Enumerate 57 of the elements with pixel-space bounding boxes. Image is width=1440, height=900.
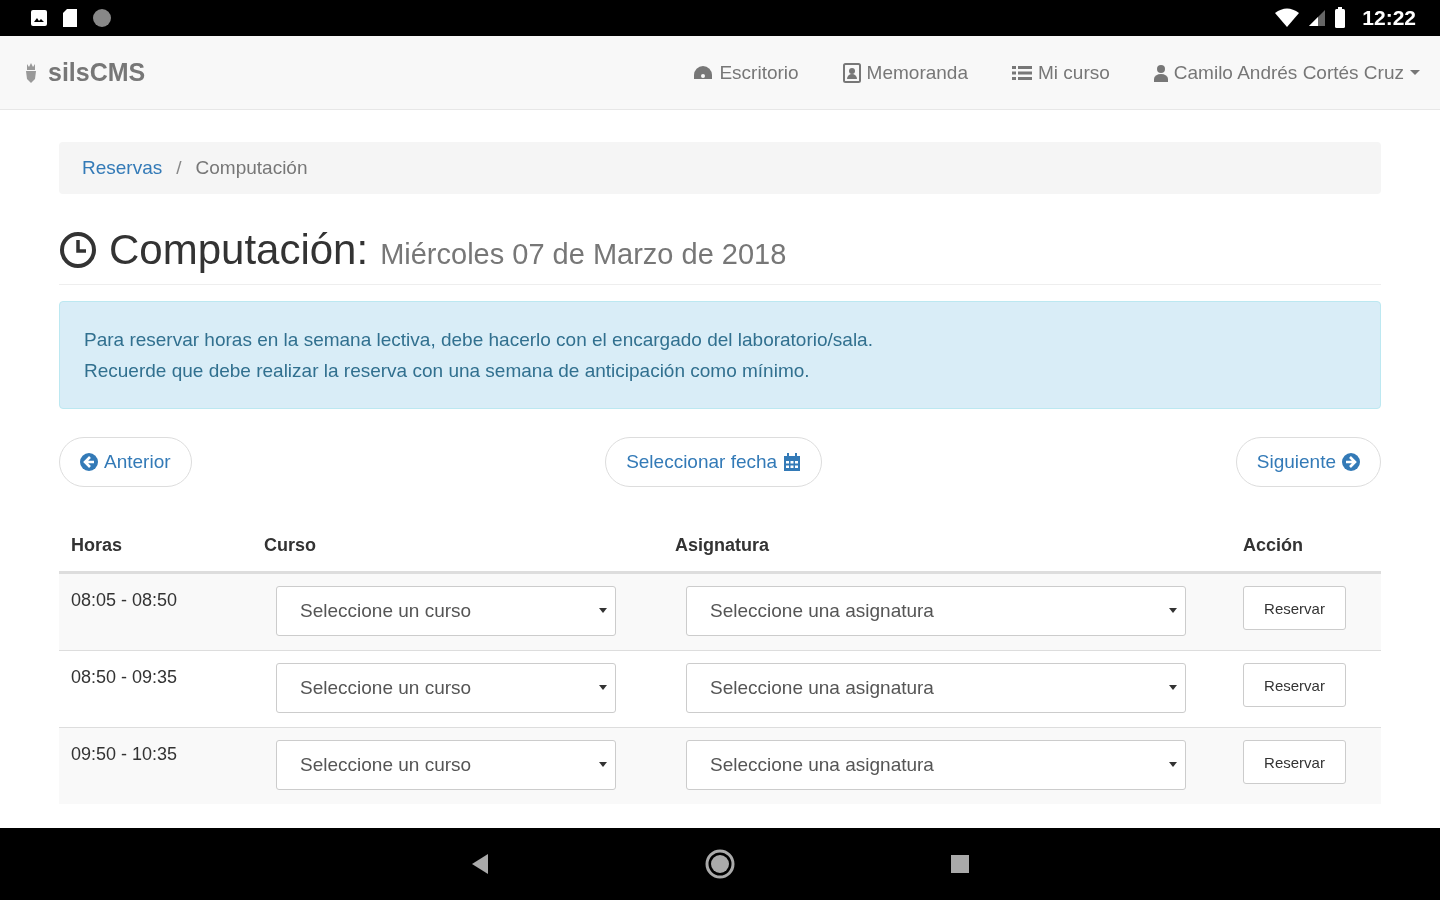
nav-link[interactable]: Escritorio (693, 61, 799, 84)
contact-card-icon (842, 62, 861, 83)
photo-notification-icon (30, 9, 48, 27)
arrow-left-icon (80, 453, 98, 471)
course-select[interactable]: Seleccione un curso (276, 586, 616, 636)
clock-time: 12:22 (1362, 6, 1416, 30)
cell-signal-icon (1308, 9, 1327, 27)
nav-link[interactable]: Memoranda (842, 61, 968, 84)
time-cell-text: 08:05 - 08:50 (70, 589, 179, 612)
caret-icon (1169, 608, 1177, 614)
battery-icon (1334, 7, 1347, 29)
reserve-button[interactable]: Reservar (1243, 740, 1346, 784)
alert-text: Para reservar horas en la semana lectiva, debe hacerlo con el encargado del laboratorio/sala. (84, 328, 874, 352)
crest-icon (24, 61, 38, 84)
nav-link[interactable]: Mi curso (1012, 61, 1110, 84)
circle-notification-icon (92, 8, 112, 28)
caret-icon (1169, 685, 1177, 691)
caret-icon (599, 762, 607, 768)
wifi-icon (1274, 8, 1301, 28)
course-select[interactable]: Seleccione un curso (276, 740, 616, 790)
column-header: Curso (263, 534, 317, 556)
page-title: Computación: (109, 226, 369, 274)
clock-icon (59, 231, 97, 269)
sd-card-icon (62, 8, 78, 28)
breadcrumb-separator: / (176, 157, 182, 179)
time-cell-text: 08:50 - 09:35 (70, 666, 179, 689)
caret-icon (599, 608, 607, 614)
brand-link[interactable]: silsCMS (24, 58, 146, 87)
user-icon (1153, 63, 1168, 82)
recents-icon (950, 854, 970, 874)
breadcrumb-current: Computación (195, 157, 308, 179)
reserve-button[interactable]: Reservar (1243, 586, 1346, 630)
user-menu[interactable]: Camilo Andrés Cortés Cruz (1153, 61, 1420, 84)
subject-select[interactable]: Seleccione una asignatura (686, 740, 1186, 790)
back-icon (470, 853, 490, 875)
page-subtitle: Miércoles 07 de Marzo de 2018 (380, 238, 787, 271)
subject-select[interactable]: Seleccione una asignatura (686, 663, 1186, 713)
list-icon (1012, 64, 1032, 81)
caret-icon (1410, 69, 1420, 76)
subject-select[interactable]: Seleccione una asignatura (686, 586, 1186, 636)
arrow-right-icon (1342, 453, 1360, 471)
alert-text: Recuerde que debe realizar la reserva con una semana de anticipación como mínimo. (84, 359, 811, 383)
column-header: Asignatura (674, 534, 771, 556)
dashboard-icon (693, 64, 714, 81)
next-button[interactable]: Siguiente (1235, 437, 1381, 487)
reserve-button[interactable]: Reservar (1243, 663, 1346, 707)
course-select[interactable]: Seleccione un curso (276, 663, 616, 713)
breadcrumb-link[interactable]: Reservas (82, 157, 163, 179)
time-cell-text: 09:50 - 10:35 (70, 743, 179, 766)
calendar-icon (783, 452, 802, 472)
previous-button[interactable]: Anterior (59, 437, 192, 487)
caret-icon (1169, 762, 1177, 768)
select-date-button[interactable]: Seleccionar fecha (605, 437, 823, 487)
column-header: Acción (1242, 534, 1304, 556)
column-header: Horas (70, 534, 124, 556)
home-icon (705, 849, 735, 879)
caret-icon (599, 685, 607, 691)
